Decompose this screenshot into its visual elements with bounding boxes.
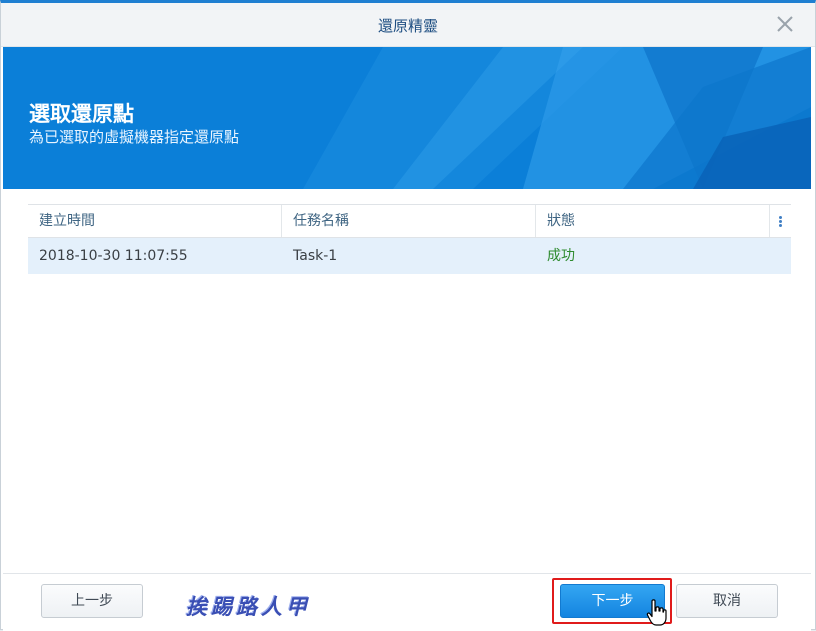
close-icon (777, 16, 793, 32)
table-header: 建立時間 任務名稱 狀態 (28, 204, 791, 238)
vertical-dots-icon (779, 215, 782, 228)
wizard-banner: 選取還原點 為已選取的虛擬機器指定還原點 (3, 47, 811, 189)
hand-pointer-icon (646, 599, 667, 626)
column-header-created-time[interactable]: 建立時間 (28, 205, 282, 237)
title-bar: 還原精靈 (1, 3, 815, 47)
table-row[interactable]: 2018-10-30 11:07:55 Task-1 成功 (28, 238, 791, 274)
watermark-text: 挨踢路人甲 (186, 594, 311, 619)
window-title: 還原精靈 (377, 17, 438, 35)
restore-wizard-window: 還原精靈 選取還原點 為已選取的虛擬機器指定還原點 建立時間 任務名稱 狀態 2… (0, 0, 816, 631)
column-header-task-name[interactable]: 任務名稱 (282, 205, 536, 237)
cell-status: 成功 (547, 248, 575, 264)
cancel-button[interactable]: 取消 (676, 584, 778, 618)
back-button[interactable]: 上一步 (41, 584, 143, 618)
column-menu-button[interactable] (770, 205, 791, 237)
banner-heading: 選取還原點 (29, 102, 134, 126)
column-header-status[interactable]: 狀態 (536, 205, 770, 237)
restore-point-table: 建立時間 任務名稱 狀態 2018-10-30 11:07:55 Task-1 … (28, 204, 791, 274)
cell-created-time: 2018-10-30 11:07:55 (39, 248, 188, 264)
close-button[interactable] (773, 12, 797, 36)
banner-subheading: 為已選取的虛擬機器指定還原點 (29, 128, 240, 146)
cell-task-name: Task-1 (293, 248, 338, 264)
wizard-footer: 上一步 挨踢路人甲 下一步 取消 (3, 573, 811, 631)
